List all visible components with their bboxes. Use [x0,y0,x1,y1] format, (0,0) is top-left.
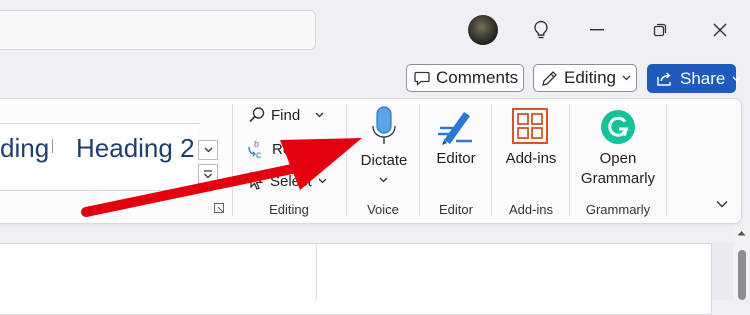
chevron-down-icon [732,76,741,82]
group-label-grammarly: Grammarly [585,202,651,217]
group-label-editor: Editor [439,202,473,217]
group-separator [569,104,570,216]
comments-label: Comments [436,68,519,87]
collapse-ribbon-icon[interactable] [716,200,728,208]
chevron-down-icon [622,75,631,81]
group-label-add-ins: Add-ins [508,202,554,217]
chevron-down-icon [379,177,388,183]
grid-icon [512,108,548,144]
comment-icon [414,71,430,86]
grammarly-label: Grammarly [580,170,656,187]
chevron-down-icon [315,112,324,118]
document-page[interactable] [0,243,712,315]
search-icon [248,106,266,124]
microphone-icon [370,106,398,146]
find-button[interactable]: Find [248,106,324,124]
editing-mode-label: Editing [564,68,616,87]
editor-button[interactable]: Editor [428,104,484,184]
lightbulb-icon[interactable] [524,14,558,46]
grammarly-icon [600,109,636,145]
find-label: Find [271,106,301,124]
page-margin-guide [316,243,317,300]
minimize-icon[interactable] [580,14,614,46]
scroll-up-icon[interactable] [737,230,746,236]
style-divider [52,139,53,153]
avatar[interactable] [468,15,498,45]
group-separator [419,104,420,216]
pencil-icon [541,70,558,87]
add-ins-label: Add-ins [505,150,557,167]
close-icon[interactable] [703,14,737,46]
annotation-arrow [80,124,370,224]
open-label: Open [599,150,637,167]
add-ins-button[interactable]: Add-ins [500,104,562,184]
restore-icon[interactable] [643,14,677,46]
scrollbar-thumb[interactable] [738,250,746,300]
editing-mode-button[interactable]: Editing [533,64,637,92]
open-grammarly-button[interactable]: Open Grammarly [576,104,660,190]
search-box[interactable] [0,10,316,50]
style-heading-1[interactable]: ding [0,133,49,164]
comments-button[interactable]: Comments [406,64,524,92]
editor-pen-icon [436,108,476,146]
share-button[interactable]: Share [647,64,741,93]
share-icon [655,71,673,87]
share-label: Share [680,68,726,88]
editor-label: Editor [436,150,476,167]
group-separator [666,104,667,216]
group-separator [491,104,492,216]
